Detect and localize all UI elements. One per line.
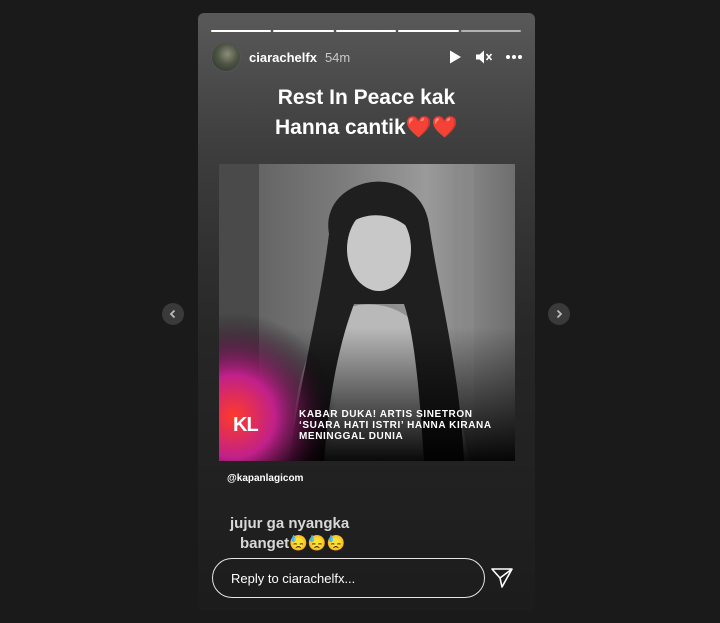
headline-line: ‘SUARA HATI ISTRI’ HANNA KIRANA <box>299 420 492 431</box>
story-viewer[interactable]: ciarachelfx 54m Rest In Peace kak Hanna … <box>198 13 535 611</box>
kapanlagi-logo: KL <box>233 414 259 436</box>
news-headline: KABAR DUKA! ARTIS SINETRON ‘SUARA HATI I… <box>299 409 509 442</box>
chevron-left-icon <box>169 309 176 319</box>
chevron-right-icon <box>556 309 563 319</box>
play-icon[interactable] <box>447 49 463 65</box>
comment-line: jujur ga nyangka <box>230 515 350 532</box>
more-icon[interactable] <box>505 54 523 60</box>
mute-icon[interactable] <box>475 49 493 65</box>
mention-tag[interactable]: @kapanlagicom <box>227 473 303 484</box>
progress-segment <box>211 30 272 32</box>
headline-line: KABAR DUKA! ARTIS SINETRON <box>299 409 473 420</box>
next-story-button[interactable] <box>548 303 570 325</box>
progress-segment <box>398 30 459 32</box>
progress-segment <box>460 30 522 32</box>
send-icon <box>491 568 513 588</box>
caption-line: Hanna cantik❤️❤️ <box>274 116 458 139</box>
send-button[interactable] <box>490 566 514 595</box>
caption-line: Rest In Peace kak <box>277 86 456 109</box>
story-caption: Rest In Peace kak Hanna cantik❤️❤️ <box>198 83 535 143</box>
progress-segment <box>273 30 334 32</box>
post-time: 54m <box>324 49 351 65</box>
headline-line: MENINGGAL DUNIA <box>299 431 404 442</box>
username[interactable]: ciarachelfx <box>249 50 317 65</box>
story-comment-text: jujur ga nyangka banget😓😓😓 <box>230 514 349 554</box>
reply-input[interactable]: Reply to ciarachelfx... <box>212 558 485 598</box>
story-header: ciarachelfx 54m <box>211 42 523 72</box>
comment-line: banget😓😓😓 <box>240 535 346 552</box>
prev-story-button[interactable] <box>162 303 184 325</box>
shared-post-image[interactable]: KL KABAR DUKA! ARTIS SINETRON ‘SUARA HAT… <box>219 164 515 461</box>
story-progress-bar <box>211 30 522 32</box>
avatar[interactable] <box>211 42 241 72</box>
progress-segment <box>335 30 397 32</box>
